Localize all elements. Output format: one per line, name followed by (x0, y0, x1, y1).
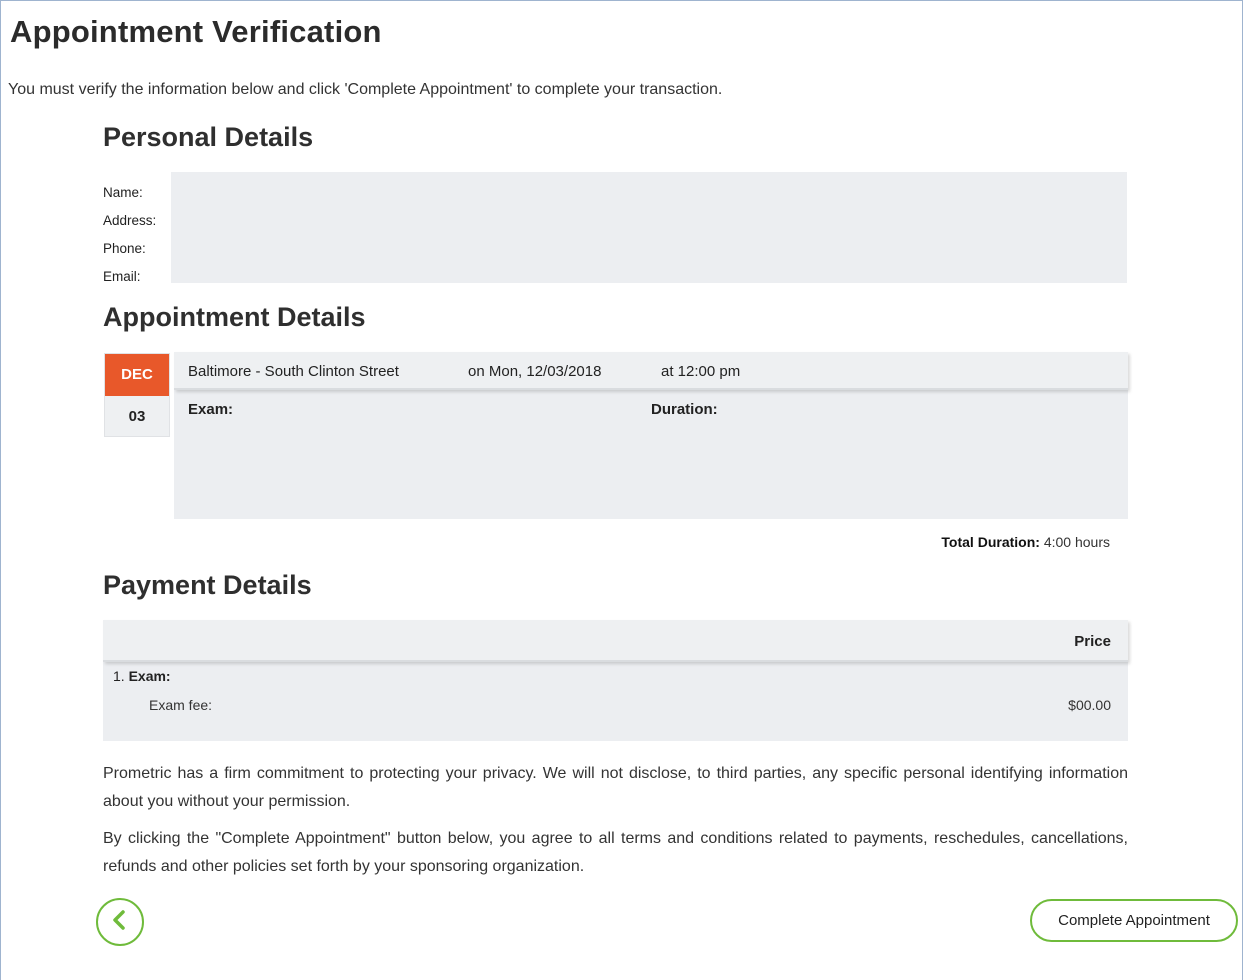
price-column-header: Price (1074, 633, 1111, 650)
complete-appointment-button[interactable]: Complete Appointment (1030, 899, 1238, 942)
date-day: 03 (128, 408, 146, 425)
duration-label: Duration: (651, 401, 718, 418)
appointment-details-heading: Appointment Details (103, 302, 366, 332)
page-title: Appointment Verification (10, 14, 382, 49)
personal-details-heading: Personal Details (103, 122, 314, 152)
total-duration: Total Duration: 4:00 hours (941, 534, 1110, 550)
payment-item: 1. Exam: (113, 668, 171, 684)
appointment-location: Baltimore - South Clinton Street (188, 363, 399, 380)
payment-item-number: 1. (113, 668, 125, 684)
personal-details-labels: Name: Address: Phone: Email: (103, 179, 156, 291)
back-button[interactable] (96, 898, 144, 946)
payment-item-label: Exam: (128, 668, 171, 684)
exam-label: Exam: (188, 401, 234, 418)
appointment-header: Baltimore - South Clinton Street on Mon,… (174, 352, 1128, 390)
payment-panel: Price 1. Exam: Exam fee: $00.00 (103, 620, 1128, 741)
total-duration-label: Total Duration: (941, 534, 1040, 550)
date-badge: DEC 03 (104, 353, 170, 437)
payment-details-heading: Payment Details (103, 570, 312, 600)
phone-label: Phone: (103, 241, 146, 256)
privacy-statement: Prometric has a firm commitment to prote… (103, 765, 1128, 810)
chevron-left-icon (110, 909, 130, 936)
exam-fee-label: Exam fee: (149, 697, 213, 713)
personal-details-panel (171, 172, 1127, 283)
appointment-panel: Baltimore - South Clinton Street on Mon,… (174, 352, 1128, 519)
email-label: Email: (103, 269, 141, 284)
address-label: Address: (103, 213, 157, 228)
exam-fee-amount: $00.00 (1068, 697, 1111, 713)
appointment-time: at 12:00 pm (661, 363, 741, 380)
name-label: Name: (103, 185, 143, 200)
date-month: DEC (105, 354, 169, 396)
terms-statement: By clicking the "Complete Appointment" b… (103, 830, 1128, 875)
appointment-date: on Mon, 12/03/2018 (468, 363, 602, 380)
instructions-text: You must verify the information below an… (8, 81, 723, 98)
total-duration-value: 4:00 hours (1043, 534, 1110, 550)
payment-header: Price (103, 620, 1128, 662)
